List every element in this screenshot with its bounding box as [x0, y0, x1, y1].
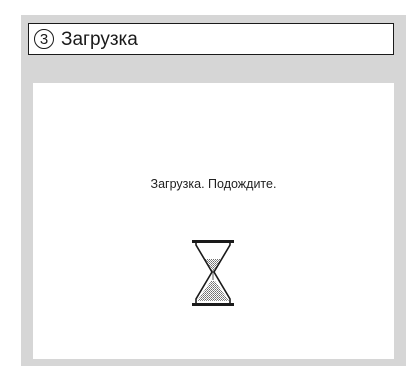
loading-message: Загрузка. Подождите. [150, 177, 277, 191]
step-number-badge: 3 [34, 29, 54, 49]
dialog-title-bar: 3 Загрузка [28, 23, 394, 55]
hourglass-icon [192, 240, 234, 306]
dialog-title: Загрузка [61, 28, 138, 50]
loading-dialog: 3 Загрузка Загрузка. Подождите. [21, 15, 406, 366]
dialog-content: Загрузка. Подождите. [33, 83, 394, 359]
